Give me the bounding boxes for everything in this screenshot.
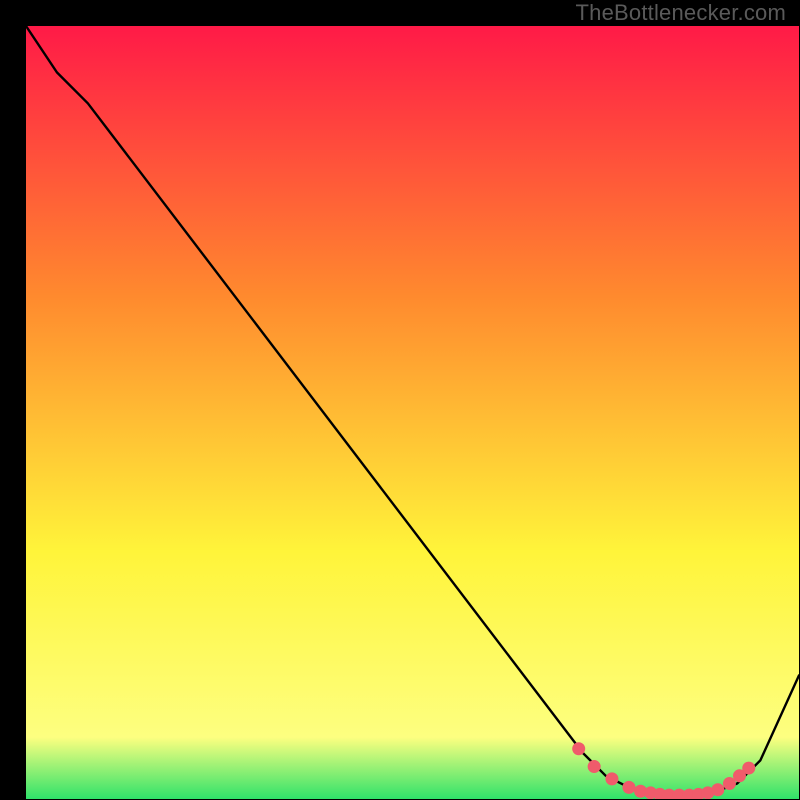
curve-marker-dot xyxy=(711,783,724,796)
curve-marker-dot xyxy=(605,772,618,785)
chart-frame xyxy=(13,13,786,786)
curve-marker-dot xyxy=(742,762,755,775)
bottleneck-curve-chart xyxy=(26,26,799,799)
curve-marker-dot xyxy=(588,760,601,773)
gradient-background xyxy=(26,26,799,799)
watermark-text: TheBottlenecker.com xyxy=(576,0,786,26)
curve-marker-dot xyxy=(572,742,585,755)
curve-marker-dot xyxy=(622,781,635,794)
